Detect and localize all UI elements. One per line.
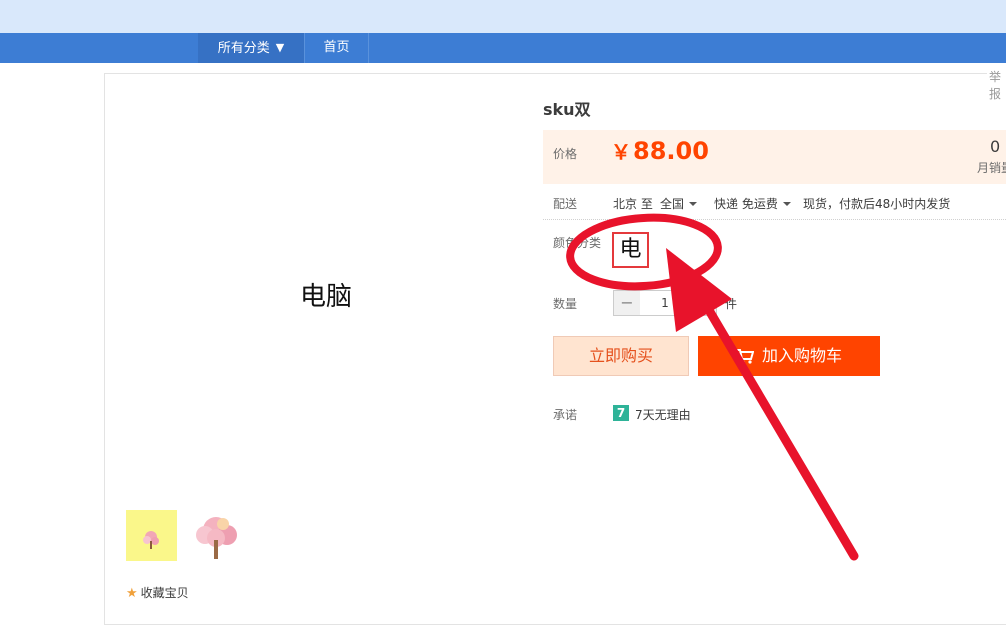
product-title: sku双 <box>543 100 591 119</box>
nav-home[interactable]: 首页 <box>304 33 369 63</box>
price-value: ￥88.00 <box>611 136 709 165</box>
shipping-note: 现货，付款后48小时内发货 <box>803 197 951 211</box>
star-icon: ★ <box>126 586 138 601</box>
thumbnail-1[interactable] <box>126 510 177 561</box>
quantity-increase-button[interactable]: + <box>689 290 717 316</box>
shipping-label: 配送 <box>553 197 578 211</box>
price-label: 价格 <box>553 147 578 161</box>
report-link[interactable]: 举报 <box>987 68 1006 102</box>
quantity-unit: 件 <box>725 297 738 311</box>
top-bar <box>0 0 1006 33</box>
quantity-decrease-button[interactable]: − <box>613 290 641 316</box>
tree-image-icon-2 <box>196 517 237 559</box>
nav-all-categories[interactable]: 所有分类 ▼ <box>198 33 304 63</box>
favorite-button[interactable]: ★ 收藏宝贝 <box>126 584 189 601</box>
caret-down-icon <box>689 202 698 206</box>
shipping-destination-select[interactable]: 全国 <box>660 195 698 212</box>
nav-all-categories-label: 所有分类 <box>217 41 270 56</box>
buy-now-button[interactable]: 立即购买 <box>553 336 689 376</box>
price-amount: 88.00 <box>633 137 709 165</box>
caret-down-icon <box>782 202 791 206</box>
tree-image-icon <box>143 531 159 549</box>
seven-day-icon: 7 <box>613 405 629 421</box>
monthly-sales-label: 月销量 <box>977 161 1006 175</box>
cart-icon <box>736 339 755 379</box>
add-to-cart-button[interactable]: 加入购物车 <box>698 336 880 376</box>
monthly-sales-count: 0 <box>990 137 1001 156</box>
color-category-label: 颜色分类 <box>553 236 602 250</box>
favorite-label: 收藏宝贝 <box>140 586 189 600</box>
shipping-destination-label: 全国 <box>660 197 685 211</box>
shipping-method-select[interactable]: 快递 免运费 <box>714 195 791 212</box>
shipping-from: 北京 至 <box>613 197 653 211</box>
sku-option-computer[interactable]: 电脑 <box>612 232 649 268</box>
quantity-label: 数量 <box>553 297 578 311</box>
main-product-image: 电脑 <box>300 282 353 312</box>
dropdown-triangle-icon: ▼ <box>275 41 285 54</box>
divider <box>543 219 1006 220</box>
nav-home-label: 首页 <box>323 40 350 55</box>
nav-bar: 所有分类 ▼ 首页 <box>0 33 1006 63</box>
shipping-method-label: 快递 免运费 <box>714 197 778 211</box>
add-to-cart-label: 加入购物车 <box>761 346 842 365</box>
quantity-input[interactable]: 1 <box>640 290 690 316</box>
promise-text[interactable]: 7天无理由 <box>635 406 691 423</box>
thumbnail-2[interactable] <box>190 510 241 561</box>
currency-symbol: ￥ <box>611 140 631 164</box>
promise-label: 承诺 <box>553 408 578 422</box>
